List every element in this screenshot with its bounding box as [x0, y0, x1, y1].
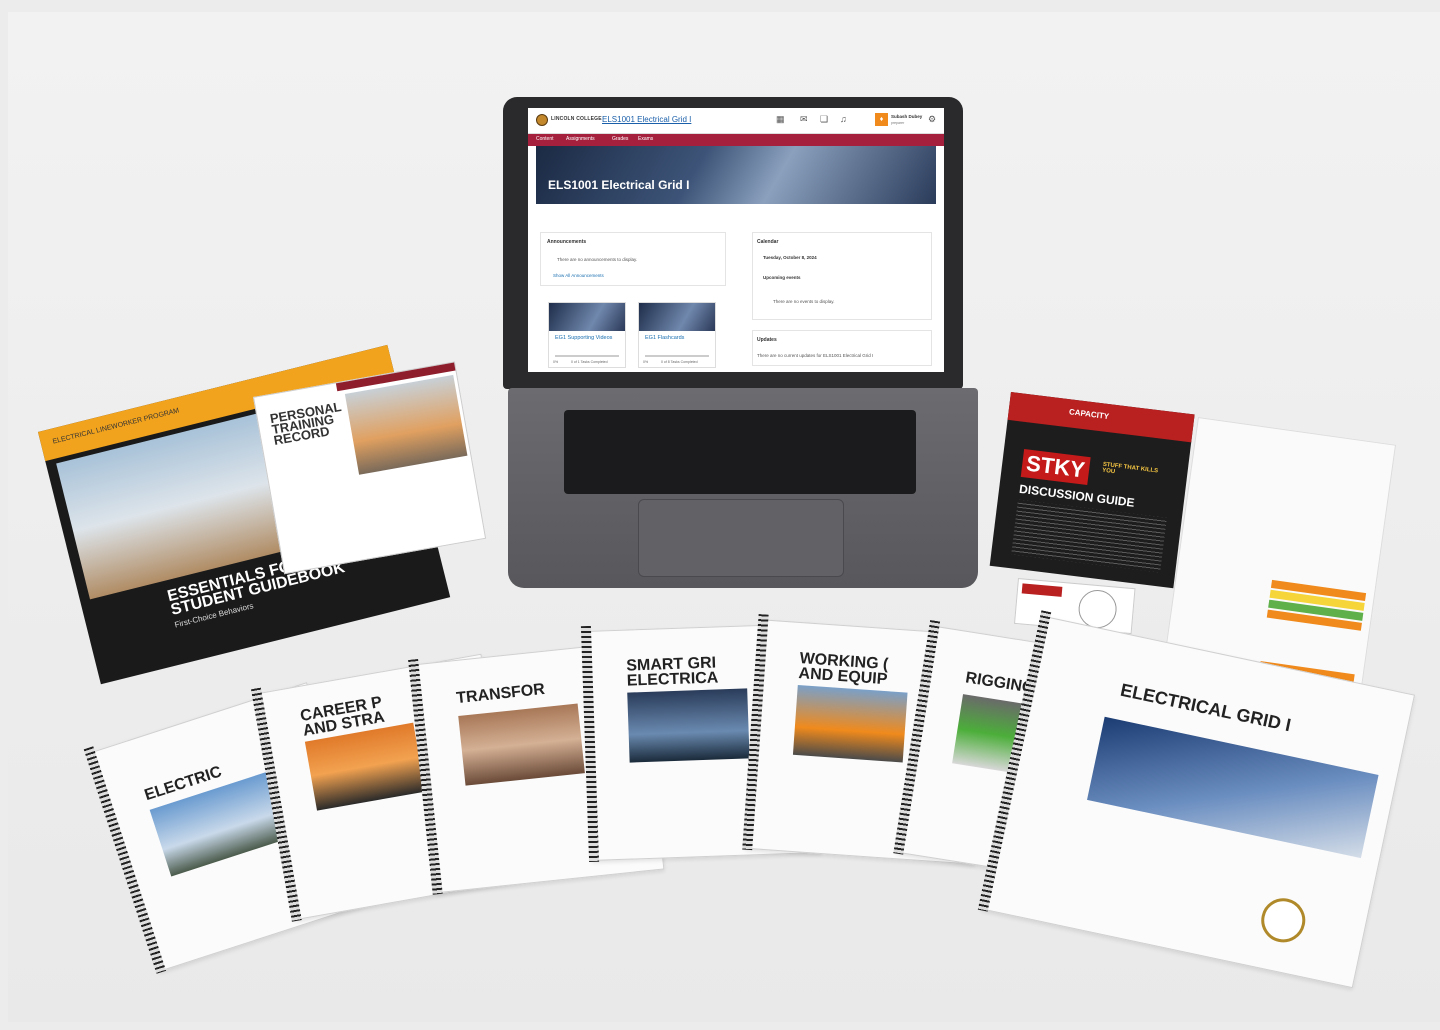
calendar-date[interactable]: Tuesday, October 8, 2024	[763, 255, 817, 260]
nav-assignments[interactable]: Assignments	[566, 136, 595, 142]
mail-icon[interactable]: ✉	[800, 114, 808, 125]
discussion-guide: CAPACITY STKY STUFF THAT KILLS YOU DISCU…	[989, 392, 1195, 589]
seal-icon	[1257, 894, 1310, 947]
book-photo	[792, 684, 908, 763]
calendar-widget: Calendar Tuesday, October 8, 2024 Upcomi…	[752, 232, 932, 320]
product-photo: LINCOLN COLLEGE ELS1001 Electrical Grid …	[8, 12, 1440, 1022]
tile-image	[639, 303, 715, 331]
calendar-title[interactable]: Calendar	[757, 239, 778, 245]
lms-topbar: LINCOLN COLLEGE ELS1001 Electrical Grid …	[528, 108, 944, 134]
user-avatar[interactable]: ♦	[875, 113, 888, 126]
dg-brand: CAPACITY	[1068, 407, 1110, 422]
dg-stky: STKY	[1020, 449, 1091, 485]
card-logo	[1021, 583, 1063, 597]
dg-stky-sub: STUFF THAT KILLS YOU	[1101, 461, 1159, 476]
gear-icon[interactable]: ⚙	[928, 114, 936, 125]
content-tile[interactable]: EG1 Supporting Videos 0% 0 of 1 Tasks Co…	[548, 302, 626, 368]
nav-grades[interactable]: Grades	[612, 136, 628, 142]
ptr-title: PERSONAL TRAINING RECORD	[268, 398, 343, 448]
tile-image	[549, 303, 625, 331]
apps-grid-icon[interactable]: ▦	[776, 114, 785, 125]
course-navbar: Content Assignments Grades Exams	[528, 134, 944, 146]
college-logo-icon	[536, 114, 548, 126]
upcoming-events-label[interactable]: Upcoming events	[763, 275, 801, 280]
banner-title: ELS1001 Electrical Grid I	[548, 178, 690, 192]
tile-title[interactable]: EG1 Supporting Videos	[555, 335, 621, 341]
updates-title[interactable]: Updates	[757, 337, 777, 343]
nav-exams[interactable]: Exams	[638, 136, 653, 142]
dg-body-text	[1011, 499, 1167, 573]
show-all-announcements-link[interactable]: Show All Announcements	[553, 273, 604, 278]
training-record-booklet: PERSONAL TRAINING RECORD	[253, 361, 487, 575]
bell-icon[interactable]: ♫	[840, 114, 847, 124]
content-tile[interactable]: EG1 Flashcards 0% 0 of 8 Tasks Completed	[638, 302, 716, 368]
chat-icon[interactable]: ❏	[820, 114, 828, 125]
announcements-widget: Announcements There are no announcements…	[540, 232, 726, 286]
spiral-binding	[83, 746, 167, 974]
tile-progress-bar	[555, 355, 619, 357]
announcements-empty: There are no announcements to display.	[557, 257, 638, 262]
tile-progress-bar	[645, 355, 709, 357]
tile-pct: 0%	[643, 360, 649, 364]
book-photo	[627, 688, 750, 763]
dg-header: CAPACITY	[1007, 392, 1195, 443]
course-banner: ELS1001 Electrical Grid I	[536, 146, 936, 204]
user-name[interactable]: Subash Dubey	[891, 114, 922, 119]
book-photo	[458, 703, 585, 786]
book-title: WORKING ( AND EQUIP	[798, 650, 889, 689]
nav-content[interactable]: Content	[536, 136, 554, 142]
tile-progress: 0 of 1 Tasks Completed	[571, 360, 608, 364]
college-logo-text: LINCOLN COLLEGE	[551, 116, 602, 122]
laptop-trackpad	[638, 499, 844, 577]
updates-widget: Updates There are no current updates for…	[752, 330, 932, 366]
laptop-keyboard	[564, 410, 916, 494]
lms-screen: LINCOLN COLLEGE ELS1001 Electrical Grid …	[528, 108, 944, 372]
updates-text: There are no current updates for ELS1001…	[757, 353, 874, 358]
tile-progress: 0 of 8 Tasks Completed	[661, 360, 698, 364]
ptr-photo	[344, 374, 468, 475]
user-role: preparer	[891, 121, 905, 125]
book-title: SMART GRI ELECTRICA	[626, 654, 719, 690]
tile-title[interactable]: EG1 Flashcards	[645, 335, 711, 341]
book-title: TRANSFOR	[455, 680, 546, 708]
tile-pct: 0%	[553, 360, 559, 364]
announcements-title[interactable]: Announcements	[547, 239, 586, 245]
book-photo	[1087, 716, 1379, 859]
calendar-empty: There are no events to display.	[773, 299, 835, 304]
course-title-link[interactable]: ELS1001 Electrical Grid I	[602, 115, 691, 124]
